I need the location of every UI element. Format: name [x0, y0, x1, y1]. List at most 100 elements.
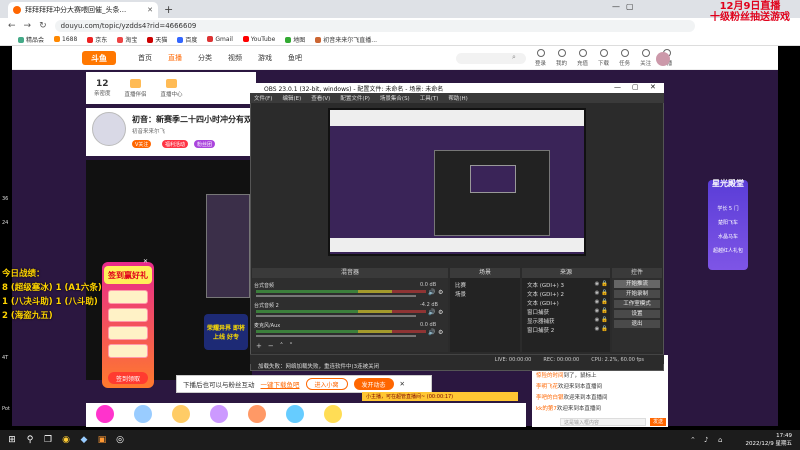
- back-icon[interactable]: ←: [8, 21, 16, 31]
- source-item[interactable]: 显示器捕获 ◉ 🔒: [524, 317, 608, 325]
- follow-button[interactable]: V关注: [132, 140, 152, 148]
- site-logo[interactable]: 斗鱼: [82, 51, 116, 65]
- control-button[interactable]: 开始录制: [614, 290, 660, 298]
- up-icon[interactable]: ˄: [280, 342, 284, 350]
- site-nav-item[interactable]: 首页: [138, 53, 152, 63]
- task-view-icon[interactable]: ❐: [42, 434, 54, 446]
- forward-icon[interactable]: →: [24, 21, 32, 31]
- header-icon-item[interactable]: 登录: [535, 49, 546, 67]
- gift-icon[interactable]: [96, 405, 114, 423]
- app-icon[interactable]: ◆: [78, 434, 90, 446]
- control-button[interactable]: 开始推流: [614, 280, 660, 288]
- address-bar[interactable]: douyu.com/topic/yzdds4?rid=4666609: [54, 20, 695, 32]
- sign-close-icon[interactable]: ✕: [143, 258, 148, 265]
- right-promo-item[interactable]: 水晶马车: [712, 233, 744, 240]
- header-icon-item[interactable]: 我的: [556, 49, 567, 67]
- site-nav-item[interactable]: 鱼吧: [288, 53, 302, 63]
- visibility-icon[interactable]: ◉ 🔒: [595, 290, 608, 298]
- visibility-icon[interactable]: ◉ 🔒: [595, 299, 608, 307]
- chat-input[interactable]: 这是输入框内容: [560, 418, 646, 426]
- welfare-button[interactable]: 福利活动: [162, 140, 189, 148]
- bookmark-item[interactable]: 精品会: [18, 35, 44, 44]
- source-item[interactable]: 窗口捕获 2 ◉ 🔒: [524, 326, 608, 334]
- remove-icon[interactable]: −: [268, 342, 274, 350]
- site-nav-item[interactable]: 分类: [198, 53, 212, 63]
- control-button[interactable]: 退出: [614, 320, 660, 328]
- search-icon[interactable]: ⚲: [24, 434, 36, 446]
- volume-slider[interactable]: [256, 335, 416, 337]
- scene-item[interactable]: 比赛: [452, 281, 518, 289]
- mute-icon[interactable]: 🔊: [428, 329, 435, 336]
- visibility-icon[interactable]: ◉ 🔒: [595, 308, 608, 316]
- obs-taskbar-icon[interactable]: ◎: [114, 434, 126, 446]
- source-item[interactable]: 文本 (GDI+) 2 ◉ 🔒: [524, 290, 608, 298]
- obs-close-icon[interactable]: ✕: [650, 83, 656, 91]
- fan-group-button[interactable]: 粉丝团: [194, 140, 216, 148]
- obs-maximize-icon[interactable]: ▢: [632, 83, 639, 91]
- enter-den-button[interactable]: 进入小窝: [305, 378, 348, 390]
- obs-menu-item[interactable]: 配置文件(P): [340, 94, 370, 102]
- visibility-icon[interactable]: ◉ 🔒: [595, 281, 608, 289]
- bookmark-item[interactable]: 天猫: [147, 35, 167, 44]
- right-promo-item[interactable]: 超越红人礼包: [712, 247, 744, 254]
- mute-icon[interactable]: 🔊: [428, 289, 435, 296]
- chat-user[interactable]: kk的第7: [536, 406, 557, 412]
- visibility-icon[interactable]: ◉ 🔒: [595, 326, 608, 334]
- sub-item[interactable]: 12 亲密度: [94, 79, 111, 97]
- gift-icon[interactable]: [248, 405, 266, 423]
- new-tab-icon[interactable]: +: [164, 3, 173, 16]
- header-icon-item[interactable]: 充值: [577, 49, 588, 67]
- right-promo-item[interactable]: 学长 5 门: [712, 205, 744, 212]
- game-promo[interactable]: 荣耀异界 即将上线 好专: [204, 314, 248, 350]
- obs-minimize-icon[interactable]: —: [614, 83, 621, 91]
- bookmark-item[interactable]: 淘宝: [117, 35, 137, 44]
- network-icon[interactable]: ⌂: [718, 436, 722, 444]
- add-icon[interactable]: +: [256, 342, 262, 350]
- chat-send-button[interactable]: 发送: [650, 418, 666, 426]
- chat-user[interactable]: 李吧的白银: [536, 395, 564, 401]
- download-link[interactable]: 一键下载鱼吧: [261, 379, 300, 389]
- obs-menu-item[interactable]: 帮助(H): [448, 94, 467, 102]
- chat-user[interactable]: 惊险的时间: [536, 373, 564, 379]
- bookmark-item[interactable]: 1688: [54, 36, 77, 43]
- user-avatar[interactable]: [656, 52, 670, 66]
- control-button[interactable]: 工作室模式: [614, 300, 660, 308]
- mute-icon[interactable]: 🔊: [428, 309, 435, 316]
- gear-icon[interactable]: ⚙: [438, 309, 443, 316]
- streamer-name[interactable]: 初音来来尔飞: [132, 127, 165, 135]
- source-item[interactable]: 文本 (GDI+) ◉ 🔒: [524, 299, 608, 307]
- minimize-icon[interactable]: —: [612, 2, 620, 11]
- reload-icon[interactable]: ↻: [39, 21, 47, 31]
- volume-slider[interactable]: [256, 295, 416, 297]
- folder-icon[interactable]: ▣: [96, 434, 108, 446]
- stream-thumbnail[interactable]: [206, 194, 250, 298]
- gear-icon[interactable]: ⚙: [438, 329, 443, 336]
- notice-close-icon[interactable]: ✕: [400, 380, 405, 388]
- bookmark-item[interactable]: 京东: [87, 35, 107, 44]
- bookmark-item[interactable]: 地图: [285, 35, 305, 44]
- volume-slider[interactable]: [256, 315, 416, 317]
- gift-icon[interactable]: [210, 405, 228, 423]
- clock[interactable]: 17:49 2022/12/9 星期五: [746, 432, 792, 448]
- right-promo-item[interactable]: 楚阳飞车: [712, 219, 744, 226]
- scene-item[interactable]: 场景: [452, 290, 518, 298]
- maximize-icon[interactable]: ▢: [626, 2, 634, 11]
- obs-menu-item[interactable]: 查看(V): [311, 94, 330, 102]
- post-button[interactable]: 发开动态: [353, 378, 394, 390]
- windows-start-icon[interactable]: ⊞: [6, 434, 18, 446]
- search-icon[interactable]: ⌕: [512, 53, 516, 62]
- tray-icon[interactable]: ⌃: [690, 436, 696, 444]
- obs-menu-item[interactable]: 场景集合(S): [380, 94, 410, 102]
- gear-icon[interactable]: ⚙: [438, 289, 443, 296]
- obs-menu-item[interactable]: 编辑(E): [282, 94, 301, 102]
- bookmark-item[interactable]: 百度: [177, 35, 197, 44]
- down-icon[interactable]: ˅: [289, 342, 293, 350]
- header-icon-item[interactable]: 关注: [640, 49, 651, 67]
- site-nav-item[interactable]: 游戏: [258, 53, 272, 63]
- control-button[interactable]: 设置: [614, 310, 660, 318]
- bookmark-item[interactable]: YouTube: [242, 36, 275, 43]
- source-item[interactable]: 文本 (GDI+) 3 ◉ 🔒: [524, 281, 608, 289]
- header-icon-item[interactable]: 任务: [619, 49, 630, 67]
- browser-tab[interactable]: 拜拜拜拜冲分大赛喂回催_头条... ✕: [8, 2, 158, 18]
- chrome-icon[interactable]: ◉: [60, 434, 72, 446]
